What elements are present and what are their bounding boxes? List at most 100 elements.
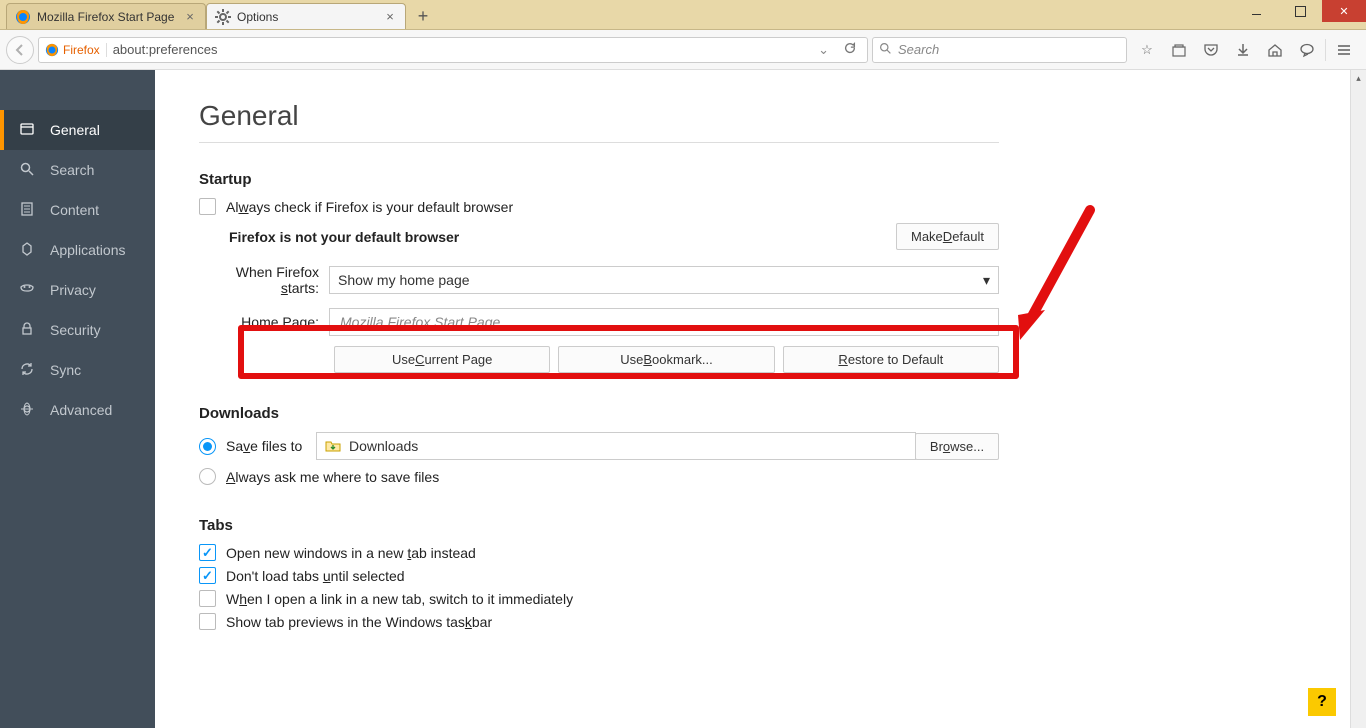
chat-icon[interactable] bbox=[1291, 34, 1323, 66]
tab-start-page[interactable]: Mozilla Firefox Start Page × bbox=[6, 3, 206, 29]
default-status: Firefox is not your default browser bbox=[229, 229, 459, 245]
sidebar-item-privacy[interactable]: Privacy bbox=[0, 270, 155, 310]
dropdown-icon[interactable]: ⌄ bbox=[814, 42, 833, 58]
page-title: General bbox=[199, 100, 999, 132]
dont-load-label: Don't load tabs until selected bbox=[226, 568, 405, 584]
show-previews-label: Show tab previews in the Windows taskbar bbox=[226, 614, 492, 630]
switch-immediately-checkbox[interactable] bbox=[199, 590, 216, 607]
always-check-label: Always check if Firefox is your default … bbox=[226, 199, 513, 215]
sidebar-item-label: Content bbox=[50, 202, 99, 218]
sidebar-item-label: Privacy bbox=[50, 282, 96, 298]
open-new-windows-checkbox[interactable] bbox=[199, 544, 216, 561]
open-new-windows-label: Open new windows in a new tab instead bbox=[226, 545, 476, 561]
bookmark-star-icon[interactable]: ☆ bbox=[1131, 34, 1163, 66]
vertical-scrollbar[interactable]: ▴ bbox=[1350, 70, 1366, 728]
save-to-label: Save files to bbox=[226, 438, 316, 454]
home-icon[interactable] bbox=[1259, 34, 1291, 66]
section-tabs: Tabs bbox=[199, 517, 999, 534]
downloads-icon[interactable] bbox=[1227, 34, 1259, 66]
lock-icon bbox=[18, 321, 36, 340]
sync-icon bbox=[18, 361, 36, 380]
make-default-button[interactable]: Make Default bbox=[896, 223, 999, 250]
menu-icon[interactable] bbox=[1328, 34, 1360, 66]
minimize-button[interactable] bbox=[1234, 0, 1278, 22]
close-icon[interactable]: × bbox=[383, 10, 397, 24]
firefox-icon bbox=[15, 9, 31, 25]
toolbar-icons: ☆ bbox=[1131, 34, 1360, 66]
advanced-icon bbox=[18, 401, 36, 420]
select-value: Show my home page bbox=[338, 272, 470, 288]
tab-options[interactable]: Options × bbox=[206, 3, 406, 29]
titlebar: Mozilla Firefox Start Page × Options × + bbox=[0, 0, 1366, 30]
sidebar-item-label: Search bbox=[50, 162, 94, 178]
identity-box[interactable]: Firefox bbox=[45, 43, 107, 57]
home-page-label: Home Page: bbox=[199, 314, 329, 330]
always-check-checkbox[interactable] bbox=[199, 198, 216, 215]
search-placeholder: Search bbox=[898, 42, 939, 57]
save-to-radio[interactable] bbox=[199, 438, 216, 455]
use-current-page-button[interactable]: Use Current Page bbox=[334, 346, 550, 373]
sidebar-item-label: Sync bbox=[50, 362, 81, 378]
sidebar-item-label: Advanced bbox=[50, 402, 112, 418]
section-downloads: Downloads bbox=[199, 405, 999, 422]
sidebar-item-applications[interactable]: Applications bbox=[0, 230, 155, 270]
tab-label: Mozilla Firefox Start Page bbox=[37, 10, 177, 24]
always-ask-radio[interactable] bbox=[199, 468, 216, 485]
firefox-icon bbox=[45, 43, 59, 57]
home-page-input[interactable]: Mozilla Firefox Start Page bbox=[329, 308, 999, 336]
reload-icon[interactable] bbox=[839, 41, 861, 58]
tab-label: Options bbox=[237, 10, 377, 24]
preferences-content: General Search Content Applications Priv… bbox=[0, 70, 1366, 728]
pocket-icon[interactable] bbox=[1195, 34, 1227, 66]
identity-label: Firefox bbox=[63, 43, 100, 57]
back-button[interactable] bbox=[6, 36, 34, 64]
privacy-icon bbox=[18, 281, 36, 300]
window-controls bbox=[1234, 0, 1366, 22]
use-bookmark-button[interactable]: Use Bookmark... bbox=[558, 346, 774, 373]
chevron-down-icon: ▾ bbox=[983, 272, 990, 289]
save-path-field[interactable]: Downloads bbox=[316, 432, 916, 460]
close-window-button[interactable] bbox=[1322, 0, 1366, 22]
section-startup: Startup bbox=[199, 171, 999, 188]
content-icon bbox=[18, 201, 36, 220]
library-icon[interactable] bbox=[1163, 34, 1195, 66]
maximize-button[interactable] bbox=[1278, 0, 1322, 22]
nav-toolbar: Firefox about:preferences ⌄ Search ☆ bbox=[0, 30, 1366, 70]
divider bbox=[199, 142, 999, 143]
url-text: about:preferences bbox=[113, 42, 808, 57]
sidebar-item-security[interactable]: Security bbox=[0, 310, 155, 350]
sidebar-item-label: General bbox=[50, 122, 100, 138]
switch-immediately-label: When I open a link in a new tab, switch … bbox=[226, 591, 573, 607]
help-button[interactable]: ? bbox=[1308, 688, 1336, 716]
url-bar[interactable]: Firefox about:preferences ⌄ bbox=[38, 37, 868, 63]
preferences-panel: General Startup Always check if Firefox … bbox=[155, 70, 1366, 728]
always-ask-label: Always ask me where to save files bbox=[226, 469, 439, 485]
preferences-sidebar: General Search Content Applications Priv… bbox=[0, 70, 155, 728]
folder-icon bbox=[325, 438, 341, 454]
close-icon[interactable]: × bbox=[183, 10, 197, 24]
sidebar-item-advanced[interactable]: Advanced bbox=[0, 390, 155, 430]
when-starts-select[interactable]: Show my home page ▾ bbox=[329, 266, 999, 294]
new-tab-button[interactable]: + bbox=[410, 4, 436, 28]
sidebar-item-content[interactable]: Content bbox=[0, 190, 155, 230]
search-box[interactable]: Search bbox=[872, 37, 1127, 63]
when-starts-label: When Firefox starts: bbox=[199, 264, 329, 296]
search-icon bbox=[18, 161, 36, 180]
sidebar-item-label: Security bbox=[50, 322, 101, 338]
sidebar-item-sync[interactable]: Sync bbox=[0, 350, 155, 390]
sidebar-item-label: Applications bbox=[50, 242, 126, 258]
scroll-up-icon[interactable]: ▴ bbox=[1351, 70, 1366, 86]
browse-button[interactable]: Browse... bbox=[915, 433, 999, 460]
gear-icon bbox=[215, 9, 231, 25]
show-previews-checkbox[interactable] bbox=[199, 613, 216, 630]
tab-strip: Mozilla Firefox Start Page × Options × + bbox=[6, 0, 436, 29]
dont-load-checkbox[interactable] bbox=[199, 567, 216, 584]
sidebar-item-general[interactable]: General bbox=[0, 110, 155, 150]
home-page-placeholder: Mozilla Firefox Start Page bbox=[340, 314, 500, 330]
save-path-value: Downloads bbox=[349, 438, 418, 454]
search-icon bbox=[879, 42, 892, 58]
sidebar-item-search[interactable]: Search bbox=[0, 150, 155, 190]
restore-default-button[interactable]: Restore to Default bbox=[783, 346, 999, 373]
applications-icon bbox=[18, 241, 36, 260]
separator bbox=[1325, 39, 1326, 61]
